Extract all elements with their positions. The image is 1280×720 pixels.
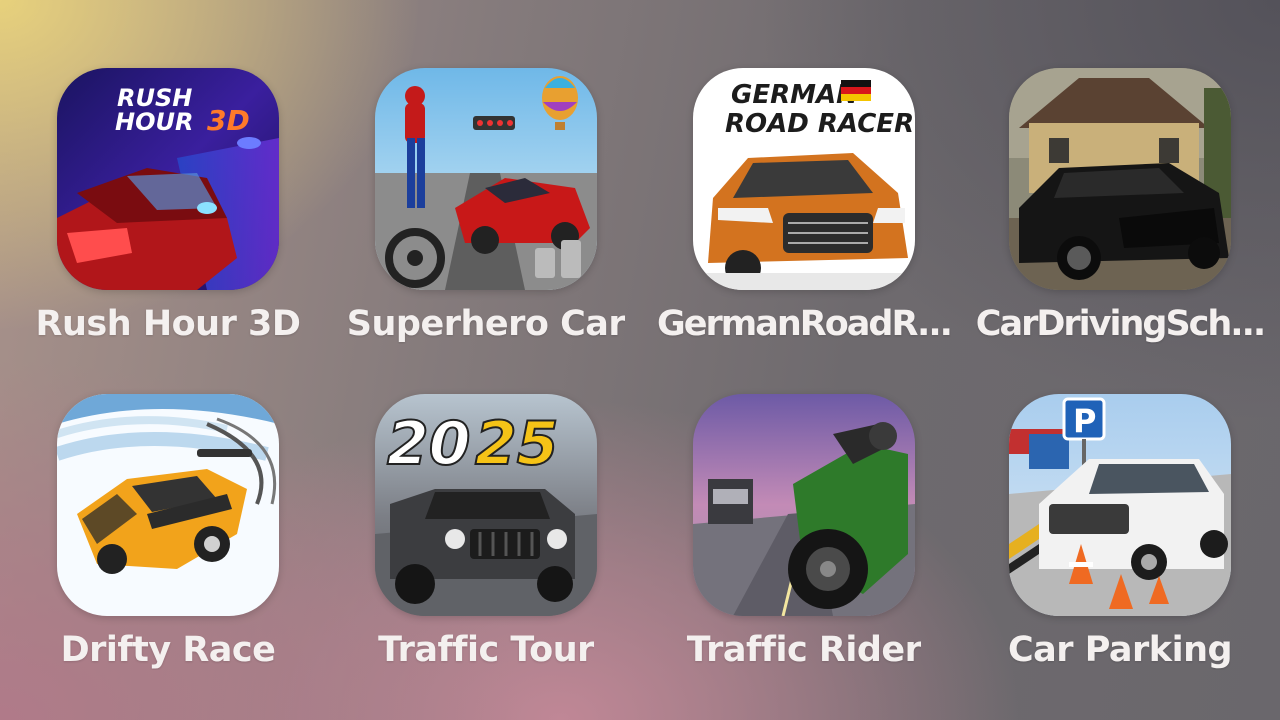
car-driving-school-icon-art [1009, 68, 1231, 290]
drifty-race-icon-art [57, 394, 279, 616]
app-label: Car Parking [1007, 630, 1233, 670]
app-label: GermanRoadR... [657, 304, 951, 344]
car-driving-school-app-icon[interactable] [1009, 68, 1231, 290]
app-drifty-race[interactable]: Drifty Race [18, 394, 318, 714]
rush-hour-logo-text-2: HOUR [115, 108, 193, 136]
app-car-driving-school[interactable]: CarDrivingSch... [970, 68, 1270, 388]
car-parking-app-icon[interactable]: P [1009, 394, 1231, 616]
traffic-tour-icon-art: 20 25 [375, 394, 597, 616]
app-label: CarDrivingSch... [975, 304, 1265, 344]
traffic-rider-app-icon[interactable] [693, 394, 915, 616]
rush-hour-3d-icon-art: RUSH HOUR 3D [57, 68, 279, 290]
app-traffic-tour[interactable]: 20 25 Traffic Tour [336, 394, 636, 714]
traffic-tour-app-icon[interactable]: 20 25 [375, 394, 597, 616]
rush-hour-3d-app-icon[interactable]: RUSH HOUR 3D [57, 68, 279, 290]
app-german-road-racer[interactable]: GERMAN ROAD RACER GermanRoadR... [654, 68, 954, 388]
superhero-car-app-icon[interactable] [375, 68, 597, 290]
app-traffic-rider[interactable]: Traffic Rider [654, 394, 954, 714]
traffic-tour-year-right: 25 [475, 409, 559, 479]
app-label: Traffic Tour [378, 630, 594, 670]
app-label: Superhero Car [346, 304, 626, 344]
parking-sign-letter: P [1073, 402, 1096, 440]
app-rush-hour-3d[interactable]: RUSH HOUR 3D Rush Hour 3D [18, 68, 318, 388]
app-label: Drifty Race [60, 630, 276, 670]
rush-hour-logo-text-3d: 3D [207, 104, 250, 137]
home-screen-app-grid: RUSH HOUR 3D Rush Hour 3D Superhero Car … [0, 0, 1280, 720]
german-road-racer-app-icon[interactable]: GERMAN ROAD RACER [693, 68, 915, 290]
traffic-tour-year-left: 20 [387, 409, 471, 479]
app-car-parking[interactable]: P Car Parking [970, 394, 1270, 714]
drifty-race-app-icon[interactable] [57, 394, 279, 616]
app-label: Traffic Rider [686, 630, 922, 670]
car-parking-icon-art: P [1009, 394, 1231, 616]
german-road-racer-icon-art: GERMAN ROAD RACER [693, 68, 915, 290]
superhero-car-icon-art [375, 68, 597, 290]
german-logo-text-1: GERMAN [731, 80, 858, 110]
traffic-rider-icon-art [693, 394, 915, 616]
app-superhero-car[interactable]: Superhero Car [336, 68, 636, 388]
german-logo-text-2: ROAD RACER [725, 109, 914, 139]
app-label: Rush Hour 3D [35, 304, 301, 344]
